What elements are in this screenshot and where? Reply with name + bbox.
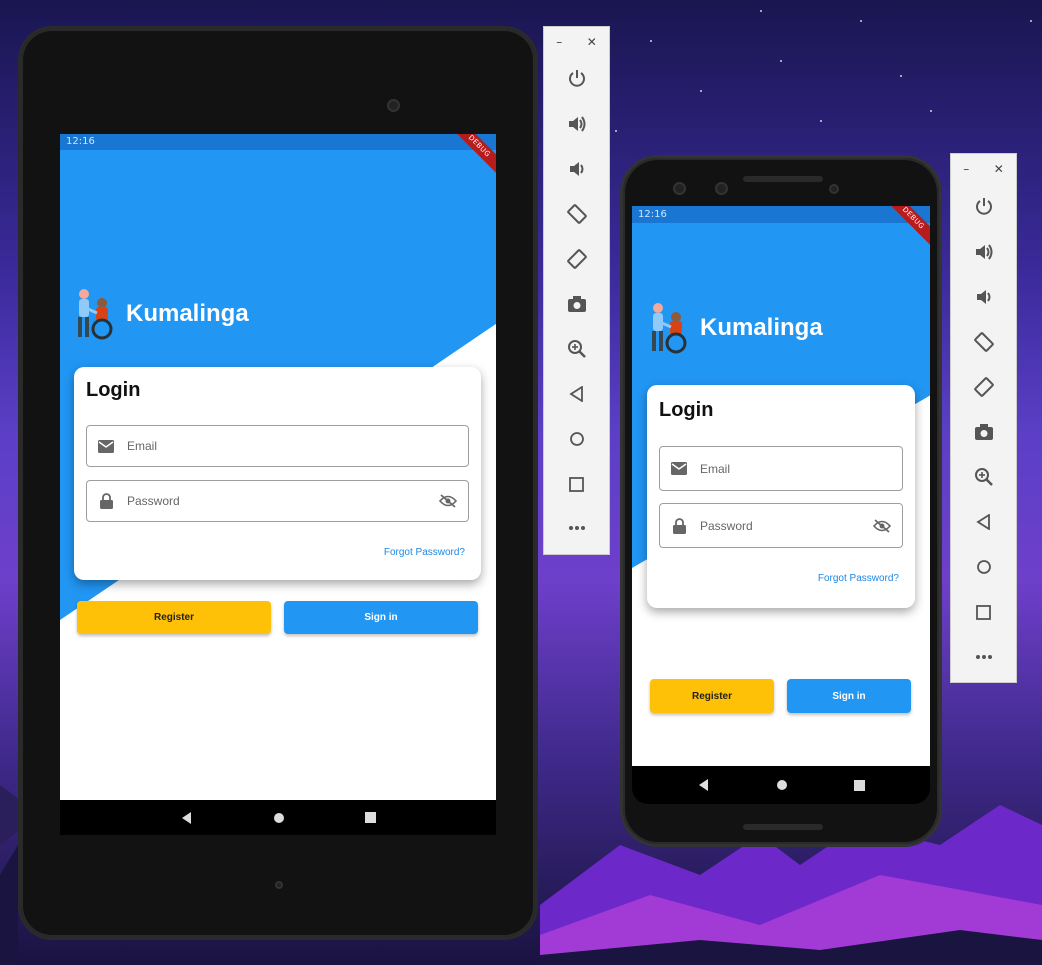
email-input[interactable] bbox=[698, 460, 902, 477]
phone-front-camera-right bbox=[715, 182, 728, 195]
email-field[interactable] bbox=[86, 425, 469, 467]
password-field[interactable] bbox=[659, 503, 903, 548]
back-icon[interactable] bbox=[544, 379, 609, 409]
zoom-icon[interactable] bbox=[544, 334, 609, 364]
rotate-left-icon[interactable] bbox=[544, 199, 609, 229]
nav-back-icon[interactable] bbox=[181, 811, 193, 824]
brand-header: Kumalinga bbox=[72, 287, 249, 341]
login-card: Login Forgot Password? bbox=[647, 385, 915, 608]
nav-back-icon[interactable] bbox=[698, 779, 710, 791]
email-field[interactable] bbox=[659, 446, 903, 491]
lock-icon bbox=[670, 517, 688, 535]
nav-home-icon[interactable] bbox=[776, 779, 788, 791]
password-input[interactable] bbox=[698, 517, 872, 534]
volume-down-icon[interactable] bbox=[951, 282, 1016, 312]
status-bar: 12:16 bbox=[632, 206, 930, 223]
close-button[interactable]: ✕ bbox=[587, 35, 597, 49]
window-controls: – ✕ bbox=[544, 35, 609, 49]
brand-name: Kumalinga bbox=[700, 314, 823, 341]
rotate-right-icon[interactable] bbox=[951, 372, 1016, 402]
status-time: 12:16 bbox=[66, 136, 95, 147]
phone-emulator-panel: – ✕ bbox=[950, 153, 1017, 683]
brand-header: Kumalinga bbox=[646, 301, 823, 355]
login-title: Login bbox=[659, 399, 714, 421]
volume-down-icon[interactable] bbox=[544, 154, 609, 184]
visibility-off-icon[interactable] bbox=[872, 518, 892, 534]
login-title: Login bbox=[86, 379, 141, 401]
more-icon[interactable] bbox=[951, 642, 1016, 672]
back-icon[interactable] bbox=[951, 507, 1016, 537]
email-input[interactable] bbox=[125, 438, 468, 454]
overview-icon[interactable] bbox=[544, 469, 609, 499]
nav-overview-icon[interactable] bbox=[364, 812, 376, 823]
register-button[interactable]: Register bbox=[650, 679, 774, 713]
phone-device: 12:16 DEBUG Kumalinga Login Email Forgot… bbox=[620, 155, 942, 847]
phone-screen: 12:16 DEBUG Kumalinga Login Email Forgot… bbox=[632, 206, 930, 766]
visibility-off-icon[interactable] bbox=[438, 493, 458, 509]
rotate-left-icon[interactable] bbox=[951, 327, 1016, 357]
nav-overview-icon[interactable] bbox=[853, 779, 865, 791]
password-input[interactable] bbox=[125, 493, 438, 509]
phone-front-camera-left bbox=[673, 182, 686, 195]
tablet-nav-bar bbox=[60, 800, 496, 835]
register-button[interactable]: Register bbox=[77, 601, 271, 634]
login-card: Login Forgot Password? bbox=[74, 367, 481, 580]
forgot-password-link[interactable]: Forgot Password? bbox=[384, 547, 465, 558]
minimize-button[interactable]: – bbox=[963, 162, 969, 176]
wheelchair-logo-icon bbox=[78, 289, 113, 340]
window-controls: – ✕ bbox=[951, 162, 1016, 176]
minimize-button[interactable]: – bbox=[556, 35, 562, 49]
volume-up-icon[interactable] bbox=[544, 109, 609, 139]
camera-icon[interactable] bbox=[951, 417, 1016, 447]
camera-icon[interactable] bbox=[544, 289, 609, 319]
password-field[interactable] bbox=[86, 480, 469, 522]
rotate-right-icon[interactable] bbox=[544, 244, 609, 274]
forgot-password-link[interactable]: Forgot Password? bbox=[818, 573, 899, 584]
phone-sensor bbox=[829, 184, 839, 194]
more-icon[interactable] bbox=[544, 513, 609, 543]
tablet-screen: 12:16 DEBUG Kumalinga Login Email Forgot… bbox=[60, 134, 496, 831]
lock-icon bbox=[97, 492, 115, 510]
home-icon[interactable] bbox=[951, 552, 1016, 582]
status-time: 12:16 bbox=[638, 209, 667, 220]
sign-in-button[interactable]: Sign in bbox=[787, 679, 911, 713]
tablet-bottom-sensor bbox=[275, 881, 283, 889]
power-icon[interactable] bbox=[544, 64, 609, 94]
tablet-front-camera bbox=[387, 99, 400, 112]
nav-home-icon[interactable] bbox=[273, 812, 285, 824]
mail-icon bbox=[670, 460, 688, 478]
close-button[interactable]: ✕ bbox=[994, 162, 1004, 176]
tablet-device: 12:16 DEBUG Kumalinga Login Email Forgot… bbox=[18, 26, 538, 940]
sign-in-button[interactable]: Sign in bbox=[284, 601, 478, 634]
phone-bottom-speaker bbox=[743, 824, 823, 830]
status-bar: 12:16 bbox=[60, 134, 496, 150]
tablet-emulator-panel: – ✕ bbox=[543, 26, 610, 555]
brand-name: Kumalinga bbox=[126, 300, 249, 327]
mail-icon bbox=[97, 437, 115, 455]
wheelchair-logo-icon bbox=[652, 303, 687, 354]
home-icon[interactable] bbox=[544, 424, 609, 454]
phone-nav-bar bbox=[632, 766, 930, 804]
overview-icon[interactable] bbox=[951, 597, 1016, 627]
zoom-icon[interactable] bbox=[951, 462, 1016, 492]
power-icon[interactable] bbox=[951, 192, 1016, 222]
volume-up-icon[interactable] bbox=[951, 237, 1016, 267]
phone-speaker bbox=[743, 176, 823, 182]
